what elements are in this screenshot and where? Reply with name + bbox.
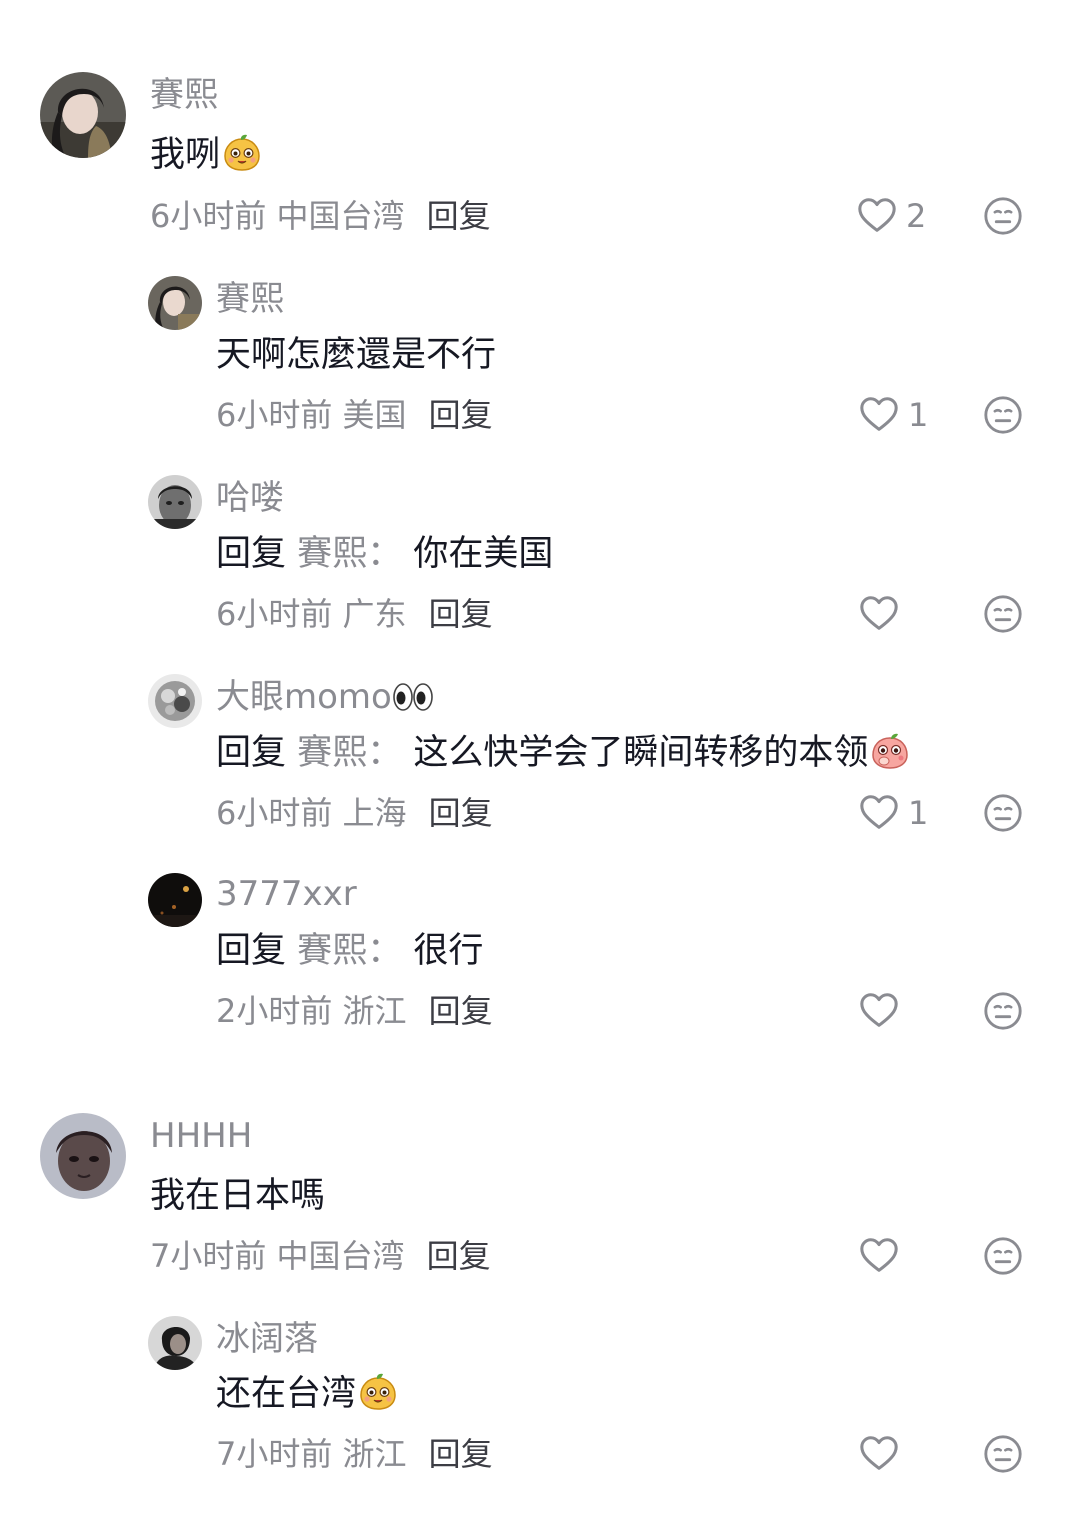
peach-mascot-emoji [870,731,910,771]
like-button[interactable]: 1 [858,791,928,835]
like-count: 1 [908,794,929,832]
like-button[interactable] [858,1432,908,1476]
avatar[interactable] [148,674,202,728]
reply-target[interactable]: 賽熙： [297,534,402,574]
reply-button[interactable]: 回复 [427,197,491,235]
comment-location: 广东 [342,595,407,633]
avatar[interactable] [148,873,202,927]
heart-outline-icon [858,593,900,635]
comment-body: 我咧 [150,135,221,175]
comment-time: 6小时前 [216,595,333,633]
comment-time: 6小时前 [150,197,267,235]
comment-meta: 6小时前 中国台湾 回复 [150,196,491,236]
comment-location: 浙江 [342,1435,407,1473]
comment-text: 我在日本嗎 [150,1175,325,1217]
like-count: 2 [906,197,927,235]
comment-body: 天啊怎麼還是不行 [216,335,497,375]
avatar[interactable] [148,1316,202,1370]
comment-location: 中国台湾 [276,197,405,235]
reply-target[interactable]: 賽熙： [297,931,402,971]
comment-text: 回复 賽熙： 你在美国 [216,533,553,575]
comment-location: 中国台湾 [276,1237,405,1275]
comment-meta: 7小时前 中国台湾 回复 [150,1236,491,1276]
orange-mascot-emoji [358,1372,398,1412]
comment-text: 回复 賽熙： 很行 [216,930,483,972]
reply-button[interactable]: 回复 [427,1237,491,1275]
comment-body: 你在美国 [413,534,554,574]
like-button[interactable] [858,1234,908,1278]
comment-location: 浙江 [342,992,407,1030]
comment-time: 6小时前 [216,794,333,832]
neutral-face-icon [982,593,1024,635]
avatar[interactable] [148,276,202,330]
heart-outline-icon [856,195,898,237]
dislike-button[interactable] [982,593,1024,635]
reply-button[interactable]: 回复 [429,595,493,633]
comment-text: 天啊怎麼還是不行 [216,334,496,376]
comment-meta: 2小时前 浙江 回复 [216,991,493,1031]
reply-prefix: 回复 [216,733,287,773]
reply-prefix: 回复 [216,534,287,574]
comment-location: 美国 [342,396,407,434]
orange-mascot-emoji [222,133,262,173]
comment-body: 很行 [413,931,484,971]
comment-time: 2小时前 [216,992,333,1030]
comment-meta: 6小时前 美国 回复 [216,395,493,435]
like-count: 1 [908,396,929,434]
username-text: 大眼momo [216,677,392,717]
comment-body: 还在台湾 [216,1374,357,1414]
eyes-emoji [392,682,434,712]
dislike-button[interactable] [982,792,1024,834]
reply-button[interactable]: 回复 [429,1435,493,1473]
neutral-face-icon [982,1235,1024,1277]
comment-body: 这么快学会了瞬间转移的本领 [413,733,869,773]
comment-text: 还在台湾 [216,1373,398,1415]
reply-target[interactable]: 賽熙： [297,733,402,773]
comment-meta: 6小时前 上海 回复 [216,793,493,833]
neutral-face-icon [982,394,1024,436]
like-button[interactable] [858,989,908,1033]
comment-username[interactable]: 哈喽 [216,478,284,518]
dislike-button[interactable] [982,1433,1024,1475]
dislike-button[interactable] [982,394,1024,436]
comment-text: 我咧 [150,134,262,176]
reply-prefix: 回复 [216,931,287,971]
reply-button[interactable]: 回复 [429,396,493,434]
dislike-button[interactable] [982,195,1024,237]
neutral-face-icon [982,195,1024,237]
heart-outline-icon [858,1433,900,1475]
comment-username[interactable]: 賽熙 [150,75,218,115]
dislike-button[interactable] [982,990,1024,1032]
avatar[interactable] [40,72,126,158]
avatar[interactable] [148,475,202,529]
heart-outline-icon [858,1235,900,1277]
heart-outline-icon [858,990,900,1032]
comment-username[interactable]: 大眼momo [216,677,434,717]
reply-button[interactable]: 回复 [429,992,493,1030]
comment-username[interactable]: 3777xxr [216,874,357,914]
comment-time: 7小时前 [216,1435,333,1473]
comment-username[interactable]: HHHH [150,1116,252,1156]
like-button[interactable]: 2 [856,194,926,238]
dislike-button[interactable] [982,1235,1024,1277]
avatar[interactable] [40,1113,126,1199]
heart-outline-icon [858,792,900,834]
comment-time: 7小时前 [150,1237,267,1275]
neutral-face-icon [982,792,1024,834]
like-button[interactable]: 1 [858,393,928,437]
comment-meta: 7小时前 浙江 回复 [216,1434,493,1474]
reply-button[interactable]: 回复 [429,794,493,832]
comment-username[interactable]: 冰阔落 [216,1319,318,1359]
like-button[interactable] [858,592,908,636]
comment-username[interactable]: 賽熙 [216,279,284,319]
comment-time: 6小时前 [216,396,333,434]
comment-text: 回复 賽熙： 这么快学会了瞬间转移的本领 [216,732,910,774]
heart-outline-icon [858,394,900,436]
comment-location: 上海 [342,794,407,832]
neutral-face-icon [982,990,1024,1032]
neutral-face-icon [982,1433,1024,1475]
comment-meta: 6小时前 广东 回复 [216,594,493,634]
comment-body: 我在日本嗎 [150,1176,326,1216]
